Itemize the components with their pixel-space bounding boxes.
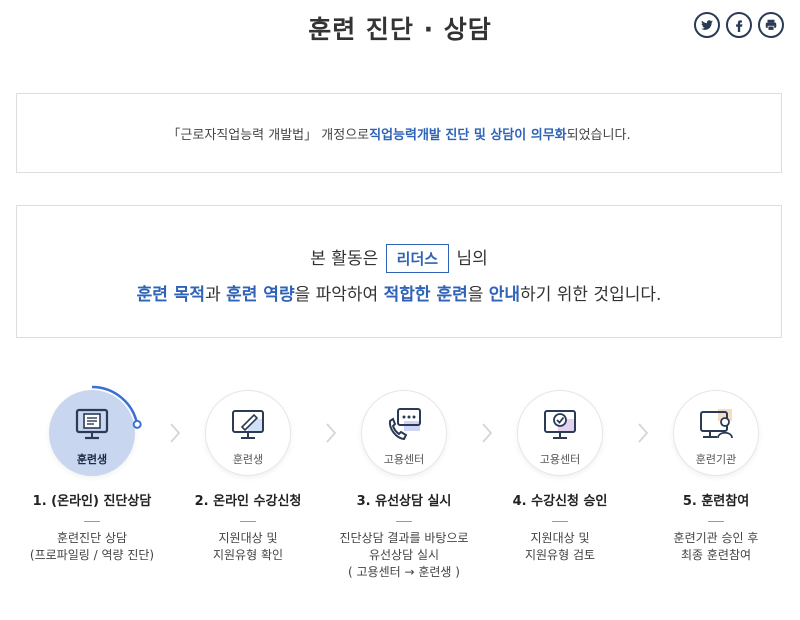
- step-title: 4. 수강신청 승인: [512, 494, 608, 509]
- purpose-highlight: 훈련 역량: [226, 285, 295, 305]
- step-circle: 훈련생: [205, 390, 291, 476]
- user-name-badge: 리더스: [385, 244, 450, 273]
- step-title: 1. (온라인) 진단상담: [32, 494, 152, 509]
- step-description: 지원대상 및지원유형 검토: [480, 530, 640, 564]
- monitor-document-icon: [74, 407, 110, 445]
- page-title: 훈련 진단 · 상담: [308, 15, 492, 44]
- step-actor: 고용센터: [539, 453, 581, 466]
- purpose-highlight: 적합한 훈련: [383, 285, 468, 305]
- notice-text: 「근로자직업능력 개발법」 개정으로: [167, 127, 370, 143]
- purpose-text: 과: [205, 285, 227, 305]
- purpose-text: 하기 위한 것입니다.: [520, 285, 662, 305]
- facebook-icon: [736, 20, 743, 32]
- step-divider: [552, 521, 568, 522]
- step-title: 3. 유선상담 실시: [356, 494, 452, 509]
- twitter-icon: [701, 20, 713, 30]
- process-step: 고용센터 3. 유선상담 실시진단상담 결과를 바탕으로유선상담 실시 ( 고용센터…: [324, 390, 484, 581]
- step-circle: 고용센터: [361, 390, 447, 476]
- print-icon: [765, 19, 777, 31]
- step-description-line: 최종 훈련참여: [680, 548, 752, 562]
- step-title: 2. 온라인 수강신청: [194, 494, 302, 509]
- step-description-line: (프로파일링 / 역량 진단): [29, 548, 155, 562]
- step-description-line: 지원유형 검토: [524, 548, 596, 562]
- phone-chat-icon: [386, 407, 422, 445]
- step-actor: 훈련생: [232, 453, 264, 466]
- purpose-box: 본 활동은 리더스 님의 훈련 목적과 훈련 역량을 파악하여 적합한 훈련을 …: [16, 205, 782, 338]
- notice-highlight: 직업능력개발 진단 및 상담이 의무화: [369, 127, 567, 143]
- step-description: 지원대상 및지원유형 확인: [168, 530, 328, 564]
- purpose-intro: 본 활동은: [310, 249, 379, 269]
- step-divider: [396, 521, 412, 522]
- step-title: 5. 훈련참여: [682, 494, 750, 509]
- purpose-text: 을: [467, 285, 489, 305]
- step-description-line: 진단상담 결과를 바탕으로: [339, 531, 469, 545]
- step-description-line: 유선상담 실시: [368, 548, 440, 562]
- monitor-check-icon: [542, 407, 578, 445]
- purpose-highlight: 안내: [488, 285, 521, 305]
- notice-text-end: 되었습니다.: [566, 127, 631, 143]
- step-actor: 훈련기관: [695, 453, 737, 466]
- notice-box: 「근로자직업능력 개발법」 개정으로 직업능력개발 진단 및 상담이 의무화 되…: [16, 93, 782, 173]
- share-bar: [694, 12, 784, 38]
- facebook-share-button[interactable]: [726, 12, 752, 38]
- purpose-text: 을 파악하여: [294, 285, 384, 305]
- step-circle: 훈련기관: [673, 390, 759, 476]
- step-circle: 고용센터: [517, 390, 603, 476]
- step-divider: [708, 521, 724, 522]
- step-divider: [240, 521, 256, 522]
- step-actor: 고용센터: [383, 453, 425, 466]
- step-description-line: 지원대상 및: [218, 531, 278, 545]
- step-description-line: 훈련진단 상담: [56, 531, 128, 545]
- step-description-line: 지원대상 및: [530, 531, 590, 545]
- monitor-pen-icon: [230, 407, 266, 445]
- process-step: 훈련생 2. 온라인 수강신청지원대상 및지원유형 확인: [168, 390, 328, 564]
- step-actor: 훈련생: [76, 453, 108, 466]
- step-description: 훈련기관 승인 후최종 훈련참여: [636, 530, 796, 564]
- purpose-line-2: 훈련 목적과 훈련 역량을 파악하여 적합한 훈련을 안내하기 위한 것입니다.: [17, 280, 781, 305]
- process-step: 고용센터 4. 수강신청 승인지원대상 및지원유형 검토: [480, 390, 640, 564]
- process-step: 훈련생 1. (온라인) 진단상담훈련진단 상담 (프로파일링 / 역량 진단): [12, 385, 172, 564]
- step-description-line: 훈련기관 승인 후: [673, 531, 759, 545]
- purpose-highlight: 훈련 목적: [136, 285, 206, 305]
- step-description: 훈련진단 상담 (프로파일링 / 역량 진단): [12, 530, 172, 564]
- print-button[interactable]: [758, 12, 784, 38]
- step-description-line: ( 고용센터 → 훈련생 ): [348, 565, 460, 579]
- step-description-line: 지원유형 확인: [212, 548, 284, 562]
- process-steps: 훈련생 1. (온라인) 진단상담 훈련진단 상담 (프로파일링 / 역량 진단) 훈련…: [0, 385, 800, 590]
- step-description: 진단상담 결과를 바탕으로유선상담 실시 ( 고용센터 → 훈련생 ): [324, 530, 484, 581]
- step-circle: 훈련생: [49, 385, 142, 476]
- monitor-person-icon: [698, 407, 734, 445]
- purpose-honorific: 님의: [456, 249, 488, 269]
- purpose-line-1: 본 활동은 리더스 님의: [17, 244, 781, 273]
- step-divider: [84, 521, 100, 522]
- process-step: 훈련기관 5. 훈련참여훈련기관 승인 후최종 훈련참여: [636, 390, 796, 564]
- twitter-share-button[interactable]: [694, 12, 720, 38]
